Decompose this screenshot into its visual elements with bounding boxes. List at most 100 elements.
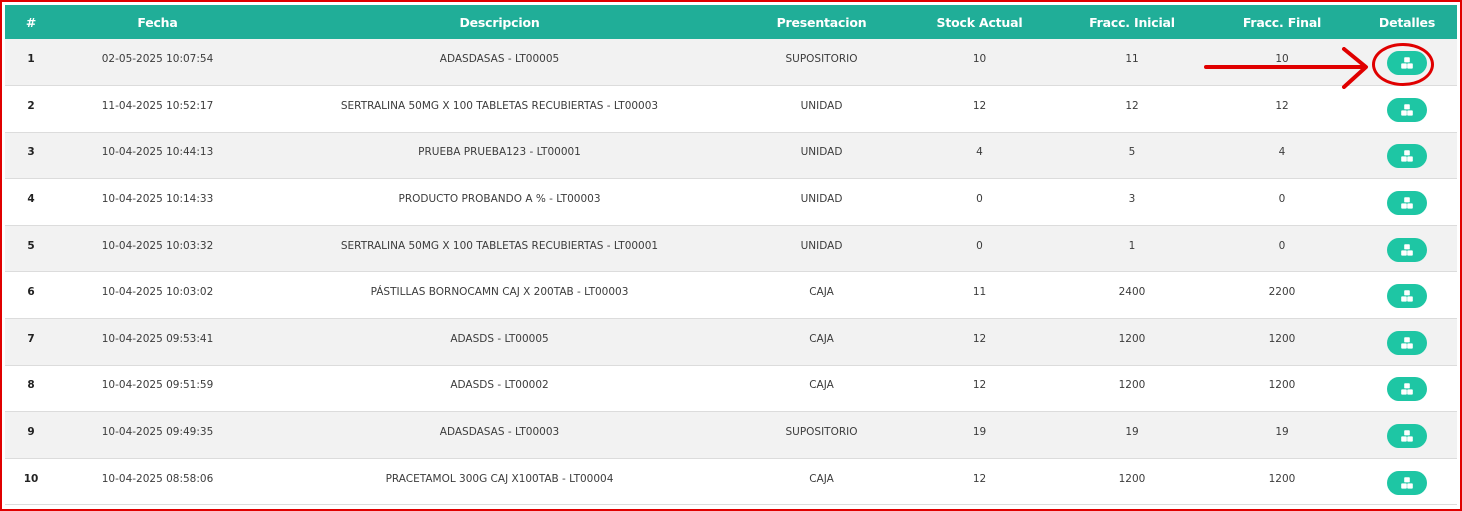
cell-fracc-final: 1200: [1268, 472, 1296, 485]
cell-fracc-inicial: 3: [1128, 193, 1136, 206]
cell-fracc-final: 1200: [1268, 379, 1296, 392]
cell-presentacion: UNIDAD: [800, 146, 843, 159]
details-button[interactable]: [1387, 237, 1427, 262]
cell-fracc-final: 0: [1278, 239, 1286, 252]
cell-descripcion: PRUEBA PRUEBA123 - LT00001: [418, 146, 581, 159]
cell-fracc-final: 19: [1275, 426, 1289, 439]
cell-descripcion: PRACETAMOL 300G CAJ X100TAB - LT00004: [385, 472, 614, 485]
cell-fecha: 10-04-2025 10:03:02: [101, 286, 214, 299]
details-button[interactable]: [1387, 191, 1427, 216]
cell-presentacion: UNIDAD: [800, 239, 843, 252]
cubes-icon: [1401, 104, 1413, 116]
details-button[interactable]: [1387, 424, 1427, 449]
cell-presentacion: SUPOSITORIO: [785, 426, 858, 439]
table-row: 8 10-04-2025 09:51:59 ADASDS - LT00002 CAJA…: [5, 365, 1457, 412]
details-button[interactable]: [1387, 377, 1427, 402]
cell-fracc-final: 4: [1278, 146, 1286, 159]
cell-fecha: 10-04-2025 08:58:06: [101, 472, 214, 485]
cell-fracc-final: 1200: [1268, 332, 1296, 345]
cubes-icon: [1401, 337, 1413, 349]
cell-presentacion: UNIDAD: [800, 193, 843, 206]
cell-num: 6: [27, 286, 35, 299]
cubes-icon: [1401, 290, 1413, 302]
cell-presentacion: SUPOSITORIO: [785, 53, 858, 66]
header-stock-actual[interactable]: Stock Actual: [902, 5, 1057, 39]
cell-fecha: 02-05-2025 10:07:54: [101, 53, 214, 66]
cell-fecha: 10-04-2025 09:51:59: [101, 379, 214, 392]
cell-num: 1: [27, 53, 35, 66]
cell-detalles: [1357, 319, 1457, 366]
cell-detalles: [1357, 365, 1457, 412]
cell-fracc-final: 2200: [1268, 286, 1296, 299]
cell-num: 8: [27, 379, 35, 392]
cell-num: 4: [27, 193, 35, 206]
cell-fracc-inicial: 1: [1128, 239, 1136, 252]
cell-detalles: [1357, 412, 1457, 459]
cell-descripcion: PÁSTILLAS BORNOCAMN CAJ X 200TAB - LT000…: [370, 286, 629, 299]
cell-presentacion: UNIDAD: [800, 99, 843, 112]
cell-stock-actual: 12: [972, 472, 987, 485]
details-button[interactable]: [1387, 284, 1427, 309]
table-row: 5 10-04-2025 10:03:32 SERTRALINA 50MG X 10…: [5, 225, 1457, 272]
cell-fracc-inicial: 11: [1125, 53, 1139, 66]
cell-num: 10: [23, 472, 39, 485]
table-row: 2 11-04-2025 10:52:17 SERTRALINA 50MG X 10…: [5, 85, 1457, 133]
cell-stock-actual: 0: [976, 239, 983, 252]
cell-descripcion: PRODUCTO PROBANDO A % - LT00003: [398, 193, 601, 206]
cell-detalles: [1357, 86, 1457, 133]
cubes-icon: [1401, 243, 1413, 256]
cell-num: 3: [27, 146, 35, 159]
cell-num: 9: [27, 426, 35, 439]
cell-num: 2: [27, 99, 35, 112]
cell-presentacion: CAJA: [809, 472, 834, 485]
cell-fecha: 11-04-2025 10:52:17: [101, 99, 214, 112]
table-row: 9 10-04-2025 09:49:35 ADASDASAS - LT00003 S…: [5, 411, 1457, 459]
cell-stock-actual: 4: [976, 146, 983, 159]
cell-fecha: 10-04-2025 10:03:32: [101, 239, 214, 252]
cell-fracc-inicial: 12: [1125, 99, 1139, 112]
header-descripcion[interactable]: Descripcion: [258, 5, 741, 39]
header-fracc-inicial[interactable]: Fracc. Inicial: [1057, 5, 1207, 39]
cell-fracc-inicial: 1200: [1118, 332, 1146, 345]
cell-detalles: [1357, 225, 1457, 272]
header-fecha[interactable]: Fecha: [57, 5, 258, 39]
details-button[interactable]: [1387, 97, 1427, 122]
table-row: 4 10-04-2025 10:14:33 PRODUCTO PROBANDO A …: [5, 178, 1457, 226]
cell-fracc-final: 0: [1278, 193, 1286, 206]
cell-presentacion: CAJA: [809, 379, 834, 392]
cell-fecha: 10-04-2025 09:49:35: [101, 426, 214, 439]
cubes-icon: [1401, 476, 1413, 489]
header-num[interactable]: #: [5, 5, 57, 39]
cell-stock-actual: 0: [976, 193, 983, 206]
cell-fecha: 10-04-2025 10:44:13: [101, 146, 214, 159]
cell-stock-actual: 10: [972, 53, 987, 66]
table-header-row: # Fecha Descripcion Presentacion Stock A…: [5, 5, 1457, 39]
cell-detalles: [1357, 458, 1457, 505]
cell-fecha: 10-04-2025 09:53:41: [101, 332, 214, 345]
cell-fracc-inicial: 2400: [1118, 286, 1146, 299]
header-detalles: Detalles: [1378, 14, 1436, 30]
cell-detalles: [1357, 272, 1457, 319]
cell-descripcion: ADASDASAS - LT00003: [439, 426, 560, 439]
cell-descripcion: ADASDASAS - LT00005: [439, 53, 560, 66]
cell-fracc-inicial: 19: [1125, 426, 1139, 439]
details-button[interactable]: [1387, 144, 1427, 169]
cell-presentacion: CAJA: [809, 332, 834, 345]
cell-fracc-inicial: 1200: [1118, 472, 1146, 485]
cell-stock-actual: 12: [972, 379, 987, 392]
header-fracc-final[interactable]: Fracc. Final: [1207, 5, 1357, 39]
cell-descripcion: SERTRALINA 50MG X 100 TABLETAS RECUBIERT…: [340, 239, 659, 252]
cell-stock-actual: 12: [972, 332, 987, 345]
cell-detalles: [1357, 132, 1457, 179]
cell-stock-actual: 19: [972, 426, 987, 439]
cell-stock-actual: 12: [972, 99, 987, 112]
table-row: 6 10-04-2025 10:03:02 PÁSTILLAS BORNOCAMN …: [5, 271, 1457, 319]
header-presentacion[interactable]: Presentacion: [741, 5, 902, 39]
cubes-icon: [1401, 150, 1413, 163]
cell-fracc-inicial: 5: [1128, 146, 1136, 159]
table-row: 3 10-04-2025 10:44:13 PRUEBA PRUEBA123 - L…: [5, 132, 1457, 179]
details-button[interactable]: [1387, 330, 1427, 355]
cell-fracc-final: 12: [1275, 99, 1289, 112]
cubes-icon: [1401, 430, 1413, 442]
details-button[interactable]: [1387, 470, 1427, 495]
